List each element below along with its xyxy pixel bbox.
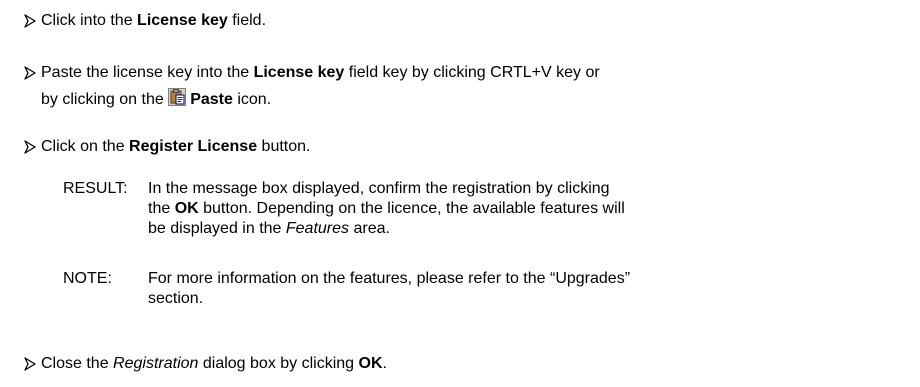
bullet-arrow-icon (23, 357, 37, 371)
registration-label: Registration (113, 355, 199, 372)
bullet-arrow-icon (23, 14, 37, 28)
step-register-license: Click on the Register License button. (41, 137, 310, 157)
result-text: button. Depending on the licence, the av… (198, 200, 625, 217)
result-line3: be displayed in the Features area. (148, 219, 390, 239)
step-text: Click into the (41, 12, 138, 29)
ok-label: OK (174, 200, 199, 217)
bullet-arrow-icon (23, 66, 37, 80)
register-license-label: Register License (129, 138, 258, 155)
step-text: field. (227, 12, 267, 29)
step-close-registration: Close the Registration dialog box by cli… (41, 354, 387, 374)
step-text: Close the (41, 355, 114, 372)
features-label: Features (285, 220, 350, 237)
step-text: icon. (232, 91, 272, 108)
note-label: NOTE: (63, 270, 112, 287)
result-text: area. (349, 220, 390, 237)
license-key-label: License key (137, 12, 228, 29)
step-click-license-key: Click into the License key field. (41, 11, 266, 31)
step-text: button. (257, 138, 311, 155)
step-paste-line2: by clicking on the Paste icon. (41, 88, 271, 110)
step-text: by clicking on the (41, 91, 169, 108)
result-line2: the OK button. Depending on the licence,… (148, 199, 625, 219)
note-line2: section. (148, 290, 204, 307)
step-text: dialog box by clicking (198, 355, 359, 372)
license-key-label: License key (253, 64, 345, 81)
step-text: Click on the (41, 138, 130, 155)
result-text: be displayed in the (148, 220, 286, 237)
step-text: Paste the license key into the (41, 64, 254, 81)
paste-label: Paste (190, 91, 233, 108)
result-label: RESULT: (63, 180, 128, 197)
bullet-arrow-icon (23, 140, 37, 154)
step-text: field key by clicking CRTL+V key or (344, 64, 600, 81)
step-text: . (382, 355, 387, 372)
paste-icon (168, 88, 187, 106)
step-paste-line1: Paste the license key into the License k… (41, 63, 600, 83)
result-text: the (148, 200, 175, 217)
ok-label: OK (358, 355, 383, 372)
result-line1: In the message box displayed, confirm th… (148, 180, 610, 197)
note-line1: For more information on the features, pl… (148, 270, 631, 287)
